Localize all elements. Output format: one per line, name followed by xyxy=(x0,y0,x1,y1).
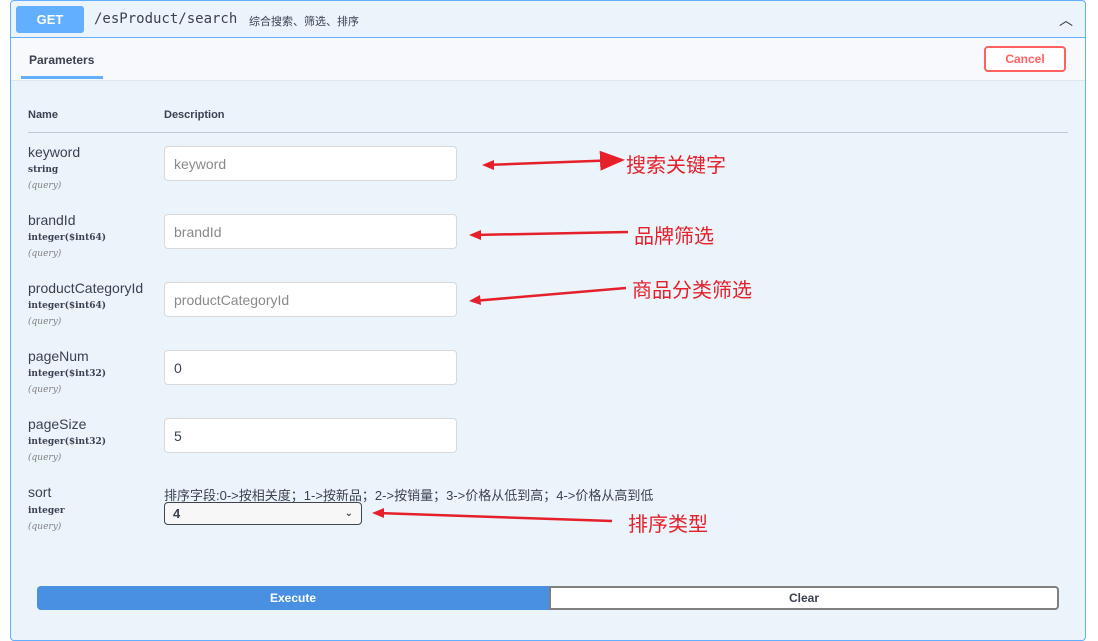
arrowhead xyxy=(482,160,494,170)
annotation-arrow xyxy=(472,230,629,237)
annotation-label: 搜索关键字 xyxy=(626,155,726,177)
annotation-label: 品牌筛选 xyxy=(634,226,714,248)
annotation-arrow xyxy=(485,150,625,171)
annotation-arrow xyxy=(375,511,613,523)
annotation-arrow xyxy=(472,286,627,303)
annotation-label: 商品分类筛选 xyxy=(632,280,752,302)
arrowhead xyxy=(469,295,481,305)
annotation-label: 排序类型 xyxy=(628,514,708,536)
arrowhead xyxy=(469,230,481,240)
annotation-arrows xyxy=(372,150,629,523)
arrowhead xyxy=(372,508,384,518)
